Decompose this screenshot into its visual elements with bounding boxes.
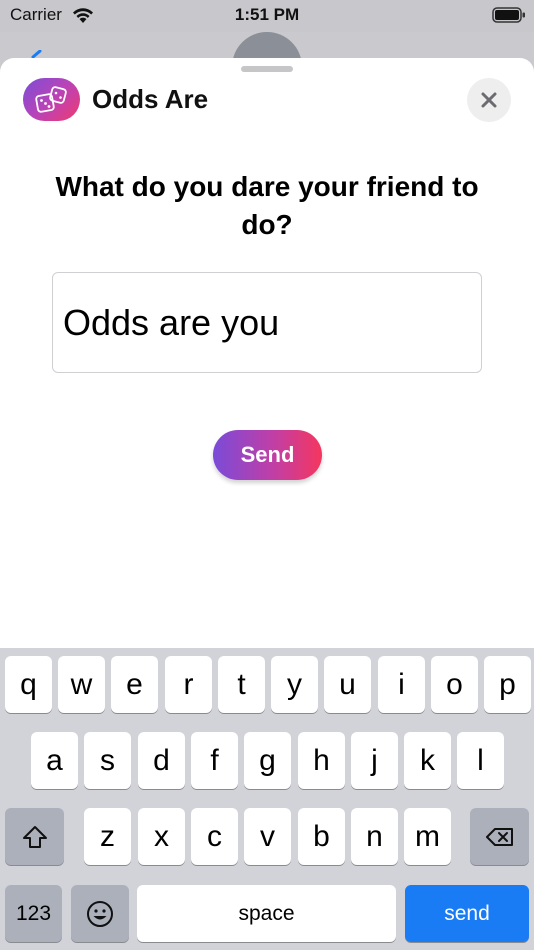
key-e[interactable]: e: [111, 656, 158, 713]
app-title: Odds Are: [92, 84, 209, 114]
key-c[interactable]: c: [191, 808, 238, 865]
key-i[interactable]: i: [378, 656, 425, 713]
key-x[interactable]: x: [138, 808, 185, 865]
key-k[interactable]: k: [404, 732, 451, 789]
key-a[interactable]: a: [31, 732, 78, 789]
key-b[interactable]: b: [298, 808, 345, 865]
key-m[interactable]: m: [404, 808, 451, 865]
key-d[interactable]: d: [138, 732, 185, 789]
status-time: 1:51 PM: [234, 5, 300, 24]
close-button[interactable]: [467, 78, 511, 122]
emoji-key[interactable]: [71, 885, 129, 942]
key-n[interactable]: n: [351, 808, 398, 865]
status-bar: Carrier 1:51 PM: [0, 0, 534, 32]
dare-input[interactable]: [52, 272, 482, 373]
space-key[interactable]: space: [137, 885, 396, 942]
close-icon: [481, 92, 497, 108]
backspace-key[interactable]: [470, 808, 529, 865]
key-p[interactable]: p: [484, 656, 531, 713]
emoji-icon: [87, 900, 113, 927]
dice-icon: [35, 86, 67, 113]
key-l[interactable]: l: [457, 732, 504, 789]
key-y[interactable]: y: [271, 656, 318, 713]
key-h[interactable]: h: [298, 732, 345, 789]
shift-key[interactable]: [5, 808, 64, 865]
key-z[interactable]: z: [84, 808, 131, 865]
key-v[interactable]: v: [244, 808, 291, 865]
key-q[interactable]: q: [5, 656, 52, 713]
shift-icon: [22, 825, 47, 848]
keyboard-send-key[interactable]: send: [405, 885, 529, 942]
app-icon: [23, 78, 80, 121]
app-sheet: Odds Are What do you dare your friend to…: [0, 58, 534, 648]
backspace-icon: [485, 827, 513, 846]
key-r[interactable]: r: [165, 656, 212, 713]
key-s[interactable]: s: [84, 732, 131, 789]
keyboard: q w e r t y u i o p a s d f g h j k l z …: [0, 648, 534, 950]
sheet-grabber[interactable]: [241, 66, 293, 72]
key-f[interactable]: f: [191, 732, 238, 789]
key-o[interactable]: o: [431, 656, 478, 713]
key-j[interactable]: j: [351, 732, 398, 789]
battery-icon: [492, 7, 525, 23]
key-w[interactable]: w: [58, 656, 105, 713]
key-t[interactable]: t: [218, 656, 265, 713]
numbers-key[interactable]: 123: [5, 885, 62, 942]
send-button[interactable]: Send: [213, 430, 322, 480]
dare-question: What do you dare your friend to do?: [55, 171, 479, 240]
key-u[interactable]: u: [324, 656, 371, 713]
key-g[interactable]: g: [244, 732, 291, 789]
